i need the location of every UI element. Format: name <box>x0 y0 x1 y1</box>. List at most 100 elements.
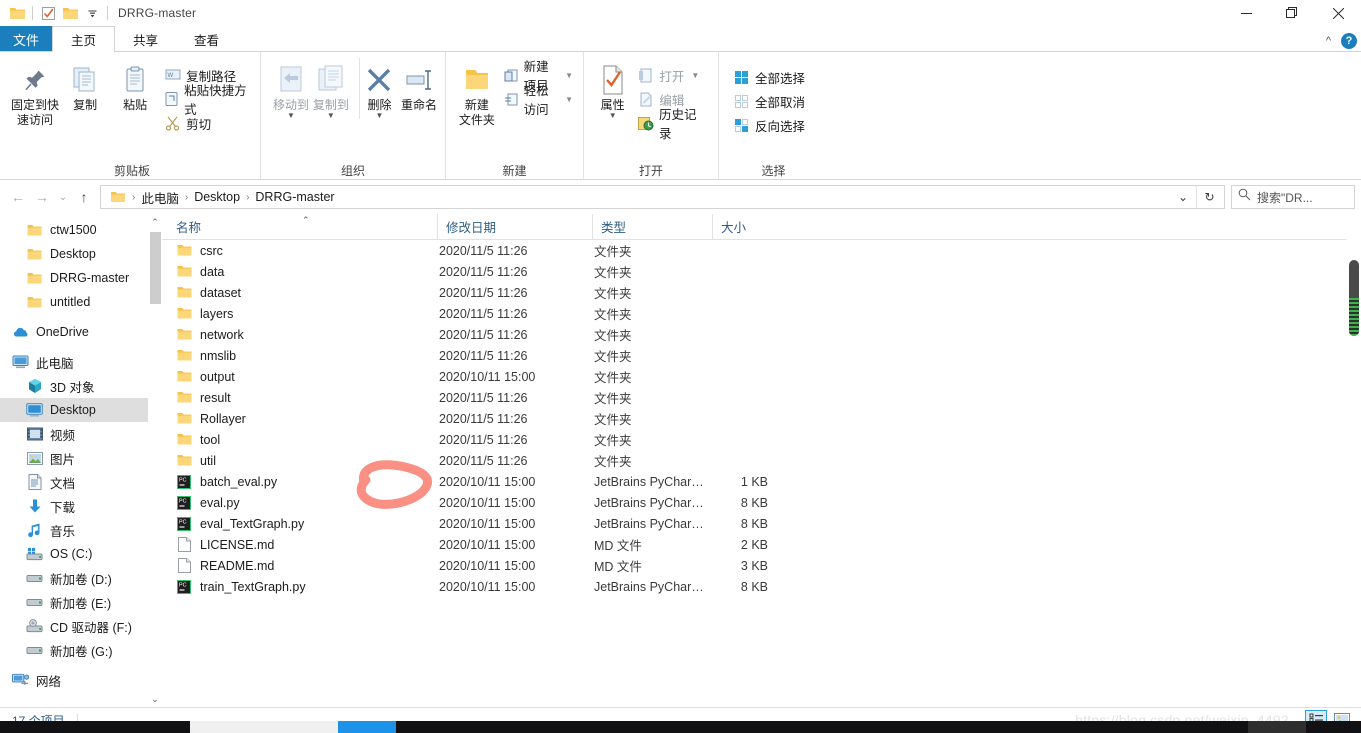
pin-to-quick-access-button[interactable]: 固定到快 速访问 <box>10 58 60 128</box>
column-header-type[interactable]: 类型 <box>592 213 712 240</box>
column-header-size[interactable]: 大小 <box>712 213 792 240</box>
sidebar-item-os-c-[interactable]: OS (C:) <box>0 542 162 566</box>
collapse-ribbon-icon[interactable]: ^ <box>1326 35 1331 47</box>
back-arrow-icon[interactable]: ← <box>6 185 30 209</box>
breadcrumb-item-this-pc[interactable]: 此电脑 <box>138 188 182 207</box>
table-row[interactable]: PC eval.py 2020/10/11 15:00 JetBrains PyCha… <box>162 492 1361 513</box>
chevron-down-icon[interactable]: ▼ <box>327 112 335 120</box>
table-row[interactable]: dataset 2020/11/5 11:26 文件夹 <box>162 282 1361 303</box>
file-name-cell[interactable]: PC batch_eval.py <box>162 471 427 492</box>
file-name-cell[interactable]: PC eval_TextGraph.py <box>162 513 427 534</box>
up-arrow-icon[interactable]: ↑ <box>72 185 96 209</box>
nav-scroll-thumb[interactable] <box>150 232 161 304</box>
select-none-button[interactable]: 全部取消 <box>729 90 809 112</box>
chevron-down-icon[interactable]: ▼ <box>565 95 573 104</box>
file-name-cell[interactable]: util <box>162 450 427 471</box>
table-row[interactable]: csrc 2020/11/5 11:26 文件夹 <box>162 240 1361 261</box>
copy-button[interactable]: 复制 <box>60 58 110 113</box>
sidebar-item--e-[interactable]: 新加卷 (E:) <box>0 590 162 614</box>
sidebar-item--g-[interactable]: 新加卷 (G:) <box>0 638 162 662</box>
file-name-cell[interactable]: PC eval.py <box>162 492 427 513</box>
open-button[interactable]: 打开 ▼ <box>633 64 712 86</box>
breadcrumb-item-drrg-master[interactable]: DRRG-master <box>252 190 337 204</box>
table-row[interactable]: Rollayer 2020/11/5 11:26 文件夹 <box>162 408 1361 429</box>
search-box[interactable]: 搜索"DR... <box>1231 185 1355 209</box>
delete-button[interactable]: 删除 ▼ <box>358 58 399 120</box>
chevron-down-icon[interactable]: ▼ <box>375 112 383 120</box>
folder-icon[interactable] <box>6 2 28 24</box>
history-button[interactable]: 历史记录 <box>633 108 712 141</box>
sidebar-item--[interactable]: 文档 <box>0 470 162 494</box>
file-name-cell[interactable]: csrc <box>162 240 427 261</box>
invert-selection-button[interactable]: 反向选择 <box>729 114 809 136</box>
move-to-button[interactable]: 移动到 ▼ <box>271 58 311 120</box>
taskbar-active-window-button[interactable] <box>338 721 396 733</box>
copy-to-button[interactable]: 复制到 ▼ <box>311 58 351 120</box>
table-row[interactable]: nmslib 2020/11/5 11:26 文件夹 <box>162 345 1361 366</box>
table-row[interactable]: result 2020/11/5 11:26 文件夹 <box>162 387 1361 408</box>
checkbox-checked-icon[interactable] <box>37 2 59 24</box>
table-row[interactable]: PC batch_eval.py 2020/10/11 15:00 JetBrains… <box>162 471 1361 492</box>
sidebar-item--d-[interactable]: 新加卷 (D:) <box>0 566 162 590</box>
table-row[interactable]: data 2020/11/5 11:26 文件夹 <box>162 261 1361 282</box>
file-name-cell[interactable]: layers <box>162 303 427 324</box>
file-scrollbar[interactable] <box>1347 214 1361 707</box>
quick-access-toolbar[interactable]: DRRG-master <box>0 0 196 26</box>
sidebar-item-ctw1500[interactable]: ctw1500 <box>0 218 162 242</box>
breadcrumb-bar[interactable]: › 此电脑 › Desktop › DRRG-master ⌄ ↻ <box>100 185 1225 209</box>
file-name-cell[interactable]: PC train_TextGraph.py <box>162 576 427 597</box>
table-row[interactable]: PC train_TextGraph.py 2020/10/11 15:00 JetB… <box>162 576 1361 597</box>
easy-access-button[interactable]: 轻松访问 ▼ <box>500 84 577 117</box>
tab-view[interactable]: 查看 <box>176 26 238 52</box>
recent-locations-icon[interactable]: ⌄ <box>54 185 72 209</box>
breadcrumb-item-desktop[interactable]: Desktop <box>191 190 243 204</box>
chevron-down-icon[interactable]: ⌄ <box>1170 186 1196 208</box>
sidebar-item-cd-f-[interactable]: CD 驱动器 (F:) <box>0 614 162 638</box>
paste-shortcut-button[interactable]: 粘贴快捷方式 <box>160 84 254 117</box>
sidebar-item-untitled[interactable]: untitled <box>0 290 162 314</box>
file-name-cell[interactable]: data <box>162 261 427 282</box>
sidebar-item--[interactable]: 网络 <box>0 668 162 692</box>
forward-arrow-icon[interactable]: → <box>30 185 54 209</box>
chevron-down-icon[interactable] <box>81 2 103 24</box>
table-row[interactable]: network 2020/11/5 11:26 文件夹 <box>162 324 1361 345</box>
sidebar-item-drrg-master[interactable]: DRRG-master <box>0 266 162 290</box>
scroll-down-icon[interactable]: ⌄ <box>148 691 162 707</box>
tab-share[interactable]: 共享 <box>115 26 177 52</box>
chevron-down-icon[interactable]: ▼ <box>565 71 573 80</box>
column-header-name[interactable]: 名称 ⌃ <box>172 214 437 240</box>
search-input[interactable]: 搜索"DR... <box>1257 189 1313 206</box>
help-icon[interactable]: ? <box>1341 33 1357 49</box>
taskbar[interactable] <box>0 721 1361 733</box>
table-row[interactable]: output 2020/10/11 15:00 文件夹 <box>162 366 1361 387</box>
refresh-icon[interactable]: ↻ <box>1196 186 1222 208</box>
file-name-cell[interactable]: README.md <box>162 555 427 576</box>
rename-button[interactable]: 重命名 <box>399 58 439 113</box>
folder-icon[interactable] <box>59 2 81 24</box>
sidebar-item-onedrive[interactable]: OneDrive <box>0 320 162 344</box>
file-name-cell[interactable]: result <box>162 387 427 408</box>
file-name-cell[interactable]: output <box>162 366 427 387</box>
close-icon[interactable] <box>1315 0 1361 26</box>
table-row[interactable]: README.md 2020/10/11 15:00 MD 文件 3 KB <box>162 555 1361 576</box>
table-row[interactable]: tool 2020/11/5 11:26 文件夹 <box>162 429 1361 450</box>
scroll-up-icon[interactable]: ⌃ <box>148 214 162 230</box>
file-name-cell[interactable]: tool <box>162 429 427 450</box>
sidebar-item--[interactable]: 视频 <box>0 422 162 446</box>
column-header-date[interactable]: 修改日期 <box>437 213 592 240</box>
file-name-cell[interactable]: nmslib <box>162 345 427 366</box>
taskbar-tray[interactable] <box>1248 721 1306 733</box>
table-row[interactable]: util 2020/11/5 11:26 文件夹 <box>162 450 1361 471</box>
table-row[interactable]: layers 2020/11/5 11:26 文件夹 <box>162 303 1361 324</box>
sidebar-item--[interactable]: 音乐 <box>0 518 162 542</box>
file-name-cell[interactable]: network <box>162 324 427 345</box>
new-folder-button[interactable]: 新建 文件夹 <box>454 58 500 128</box>
paste-button[interactable]: 粘贴 <box>110 58 160 113</box>
tab-file[interactable]: 文件 <box>0 26 52 52</box>
file-name-cell[interactable]: Rollayer <box>162 408 427 429</box>
sidebar-item--[interactable]: 下载 <box>0 494 162 518</box>
file-scroll-thumb[interactable] <box>1349 260 1359 336</box>
chevron-down-icon[interactable]: ▼ <box>609 112 617 120</box>
sidebar-item-desktop[interactable]: Desktop <box>0 398 162 422</box>
tab-home[interactable]: 主页 <box>52 26 116 53</box>
